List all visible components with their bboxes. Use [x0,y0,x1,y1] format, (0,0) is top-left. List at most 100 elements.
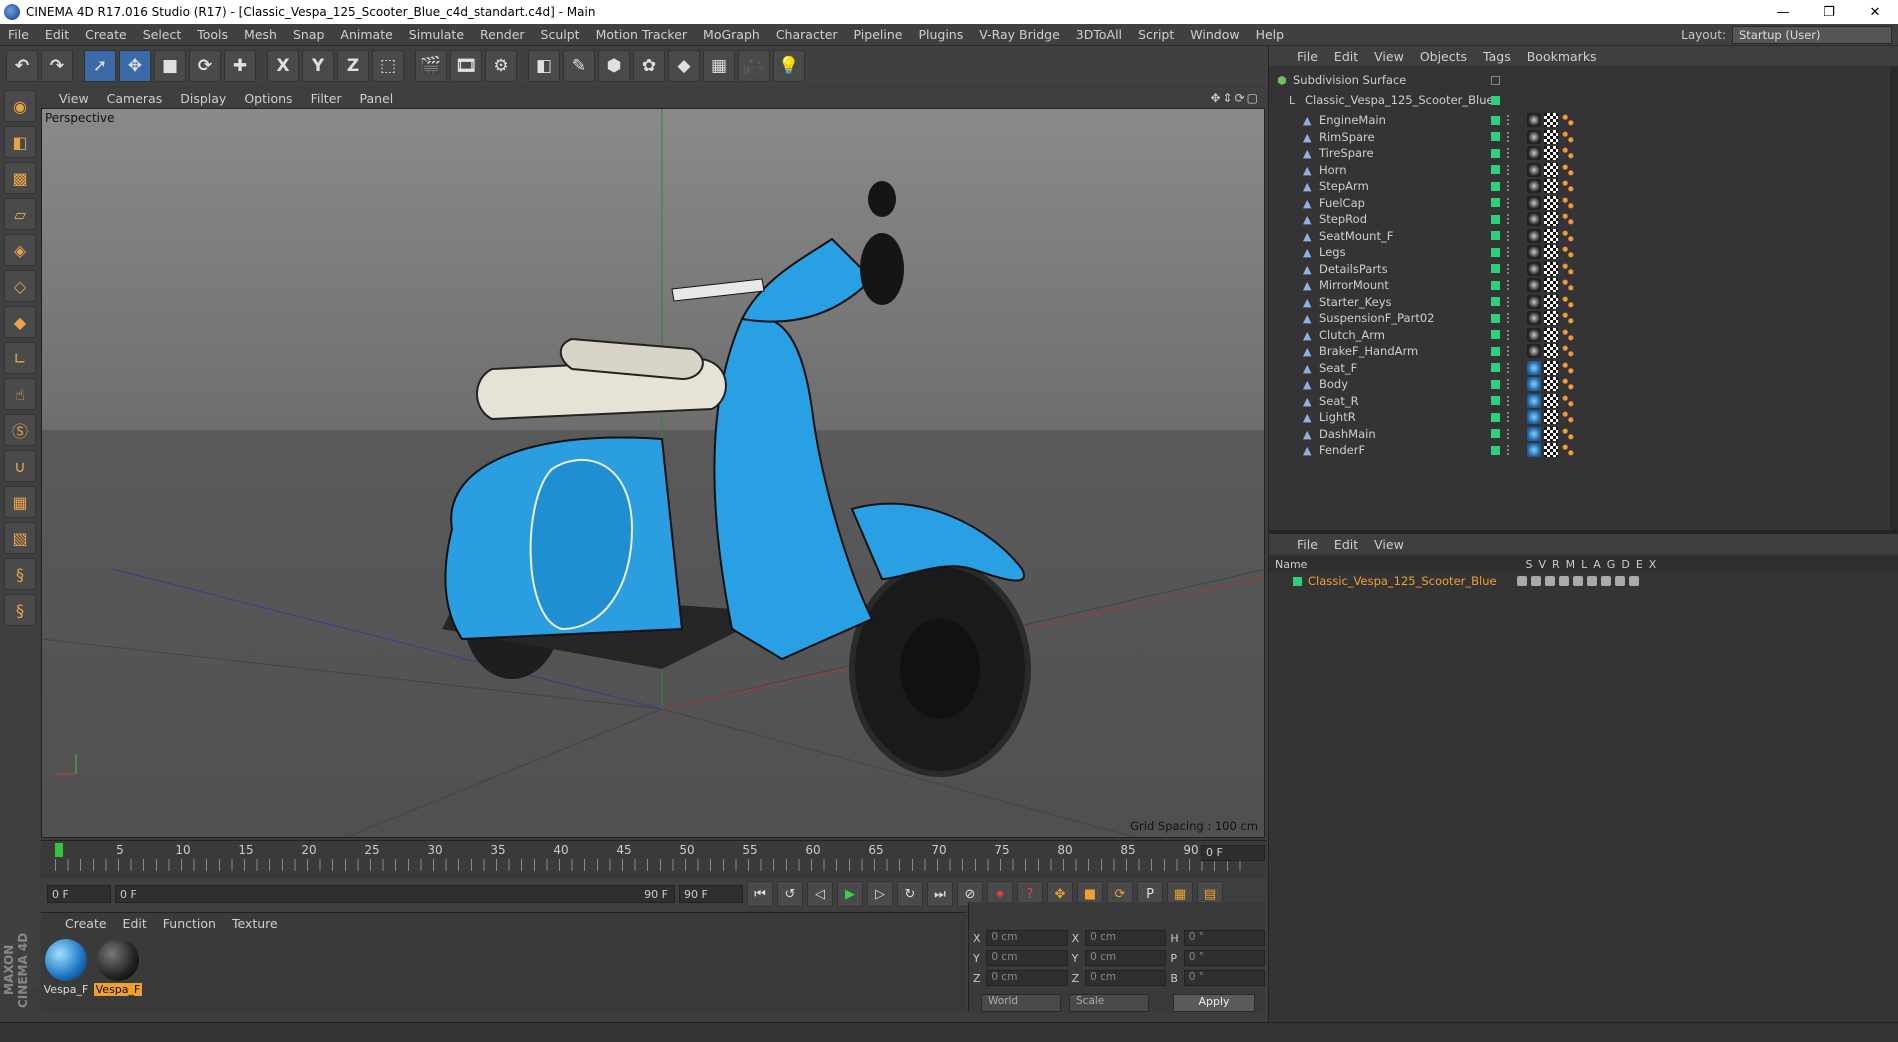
render-picture-viewer-icon[interactable]: 🎞 [450,50,482,82]
texture-tag-icon[interactable] [1544,377,1558,391]
phong-tag-icon[interactable] [1561,146,1575,160]
live-selection-icon[interactable]: ➚ [84,50,116,82]
object-menu-bookmarks[interactable]: Bookmarks [1519,49,1605,64]
render-visibility-toggle[interactable] [1507,247,1511,257]
render-visibility-toggle[interactable] [1507,197,1511,208]
texture-tag-icon[interactable] [1544,311,1558,325]
texture-tag-icon[interactable] [1544,278,1558,292]
material-swatch[interactable]: Vespa_F [43,939,89,996]
deformer-icon[interactable]: ◆ [668,50,700,82]
position-y-field[interactable]: 0 cm [986,950,1068,966]
phong-tag-icon[interactable] [1561,278,1575,292]
texture-tag-icon[interactable] [1544,129,1558,144]
model-mode-icon[interactable]: ◧ [4,126,36,158]
render-visibility-toggle[interactable] [1507,164,1511,175]
phong-tag-icon[interactable] [1561,360,1575,375]
menu-character[interactable]: Character [768,27,846,42]
object-menu-view[interactable]: View [1366,49,1412,64]
layer-row[interactable]: Classic_Vespa_125_Scooter_Blue [1269,572,1898,590]
viewport-menu-options[interactable]: Options [235,91,301,106]
material-tag-icon[interactable] [1527,344,1541,358]
view-icon[interactable] [1530,576,1541,586]
texture-tag-icon[interactable] [1544,393,1558,408]
render-icon[interactable] [1544,576,1555,586]
texture-tag-icon[interactable] [1544,212,1558,226]
column-manager[interactable]: M [1566,558,1576,571]
menu-tools[interactable]: Tools [189,27,236,42]
polygons-mode-icon[interactable]: ◆ [4,306,36,338]
menu-pipeline[interactable]: Pipeline [846,27,911,42]
texture-tag-icon[interactable] [1544,294,1558,309]
material-tag-icon[interactable] [1527,311,1541,325]
texture-tag-icon[interactable] [1544,146,1558,160]
texture-tag-icon[interactable] [1544,360,1558,375]
texture-tag-icon[interactable] [1544,179,1558,193]
workplane-icon[interactable]: ▱ [4,198,36,230]
texture-tag-icon[interactable] [1544,195,1558,210]
magnet-icon[interactable]: ∪ [4,450,36,482]
material-swatch[interactable]: Vespa_F [93,939,143,996]
render-visibility-toggle[interactable] [1507,296,1511,307]
phong-tag-icon[interactable] [1561,113,1575,127]
material-menu-texture[interactable]: Texture [224,916,286,931]
menu-animate[interactable]: Animate [332,27,400,42]
texture-tag-icon[interactable] [1544,443,1558,457]
editor-visibility-toggle[interactable] [1491,379,1500,389]
start-frame-field[interactable]: 0 F [47,885,111,903]
menu-file[interactable]: File [0,27,37,42]
phong-tag-icon[interactable] [1561,443,1575,457]
editor-visibility-toggle[interactable] [1491,148,1500,158]
editor-visibility-toggle[interactable] [1491,132,1500,141]
texture-tag-icon[interactable] [1544,327,1558,342]
object-scrollbar[interactable] [1890,66,1898,530]
preview-range-slider[interactable]: 0 F 90 F [115,885,675,903]
phong-tag-icon[interactable] [1561,426,1575,441]
render-visibility-toggle[interactable] [1507,428,1511,439]
editor-visibility-toggle[interactable] [1491,214,1500,224]
end-frame-field[interactable]: 90 F [679,885,743,903]
make-editable-icon[interactable]: ◉ [4,90,36,122]
material-tag-icon[interactable] [1527,294,1541,309]
layer-menu-edit[interactable]: Edit [1326,537,1366,552]
render-visibility-toggle[interactable] [1507,362,1511,373]
editor-visibility-toggle[interactable] [1491,396,1500,405]
editor-visibility-toggle[interactable] [1491,165,1500,174]
material-tag-icon[interactable] [1527,327,1541,342]
render-visibility-toggle[interactable] [1507,148,1511,158]
previous-frame-icon[interactable]: ◁ [807,881,833,907]
render-visibility-toggle[interactable] [1507,214,1511,224]
column-animation[interactable]: A [1593,558,1601,571]
generator-icon[interactable] [1600,576,1611,586]
camera-icon[interactable]: 🎥 [738,50,770,82]
texture-tag-icon[interactable] [1544,162,1558,177]
editor-visibility-toggle[interactable] [1491,363,1500,372]
menu-sculpt[interactable]: Sculpt [533,27,588,42]
editor-visibility-toggle[interactable] [1491,313,1500,323]
go-to-end-icon[interactable]: ⏭ [927,881,953,907]
material-tag-icon[interactable] [1527,426,1541,441]
editor-visibility-toggle[interactable] [1491,95,1500,105]
material-tag-icon[interactable] [1527,261,1541,276]
render-visibility-toggle[interactable] [1507,329,1511,340]
edges-mode-icon[interactable]: ◇ [4,270,36,302]
scale-icon[interactable]: ■ [154,50,186,82]
object-row[interactable]: ▲ FenderF [1269,440,1889,460]
phong-tag-icon[interactable] [1561,162,1575,177]
menu-mesh[interactable]: Mesh [236,27,285,42]
rotation-h-field[interactable]: 0 ° [1183,930,1266,946]
column-generators[interactable]: G [1607,558,1616,571]
material-menu-function[interactable]: Function [155,916,224,931]
material-tag-icon[interactable] [1527,393,1541,408]
material-tag-icon[interactable] [1527,195,1541,210]
texture-tag-icon[interactable] [1544,113,1558,127]
material-tag-icon[interactable] [1527,377,1541,391]
phong-tag-icon[interactable] [1561,245,1575,259]
minimize-icon[interactable]: — [1760,5,1806,20]
floor-icon[interactable]: ▦ [703,50,735,82]
subdivision-icon[interactable]: ⬢ [598,50,630,82]
phong-tag-icon[interactable] [1561,212,1575,226]
phong-tag-icon[interactable] [1561,294,1575,309]
planar-workplane-icon[interactable]: ▧ [4,522,36,554]
render-visibility-toggle[interactable] [1507,131,1511,142]
phong-tag-icon[interactable] [1561,327,1575,342]
